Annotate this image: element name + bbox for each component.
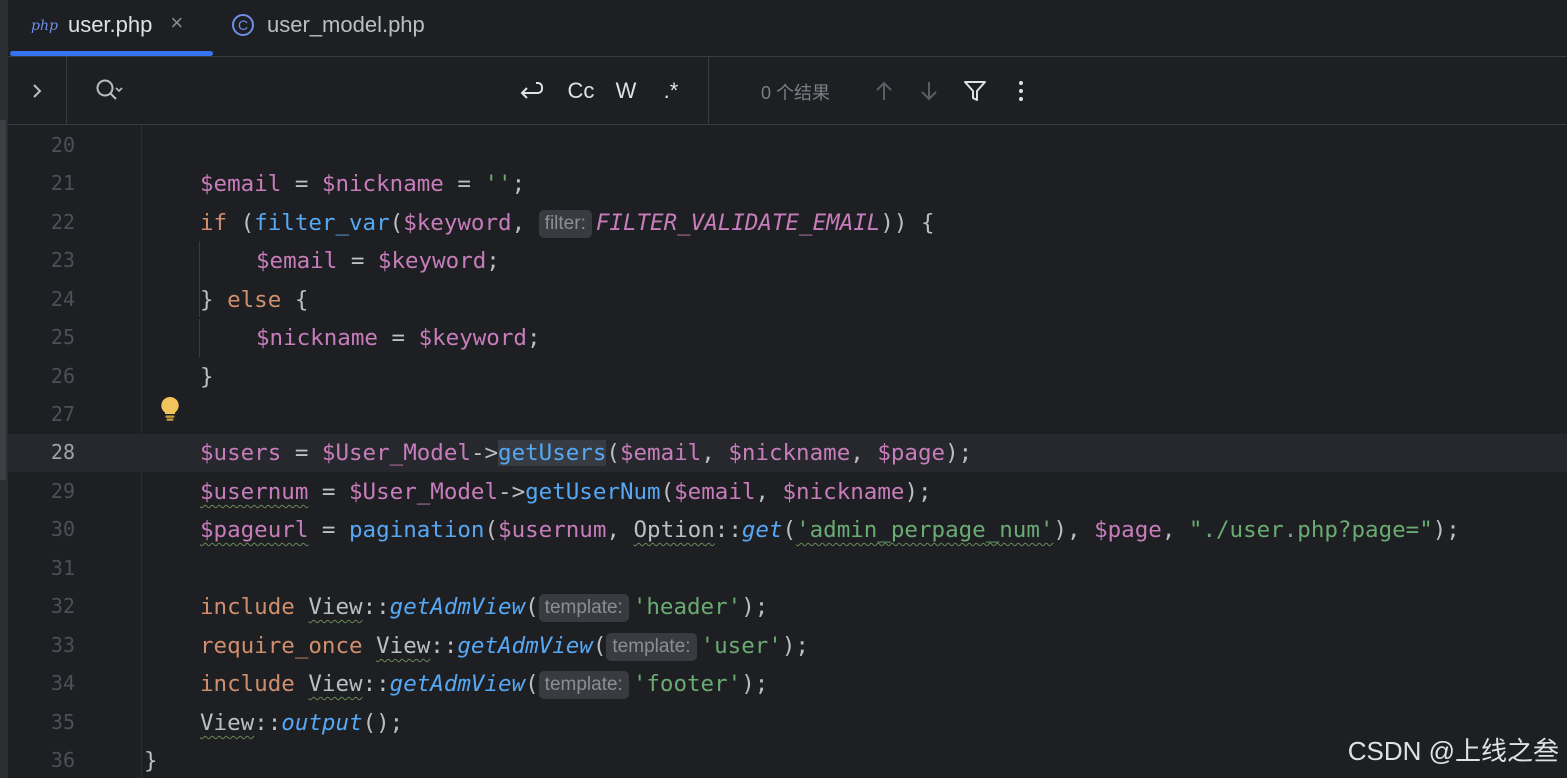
- search-result-count: 0 个结果: [761, 83, 831, 103]
- tab-user-php[interactable]: php user.php ×: [10, 0, 213, 56]
- more-vertical-icon[interactable]: [1004, 74, 1038, 108]
- class-file-icon: C: [232, 14, 254, 36]
- code-editor[interactable]: 20 21 $email = $nickname = ''; 22 if (fi…: [8, 125, 1567, 778]
- line-number: 24: [50, 287, 75, 311]
- search-history-icon[interactable]: [94, 77, 128, 105]
- code-text: } else {: [200, 287, 309, 313]
- code-line: 29 $usernum = $User_Model->getUserNum($e…: [8, 473, 1567, 511]
- code-line: 21 $email = $nickname = '';: [8, 165, 1567, 203]
- parameter-hint: template:: [606, 633, 697, 661]
- code-text: include View::getAdmView(template:'foote…: [200, 671, 769, 699]
- line-number: 32: [50, 594, 75, 618]
- line-number: 23: [50, 248, 75, 272]
- php-file-icon: php: [31, 18, 58, 34]
- line-number: 21: [50, 171, 75, 195]
- parameter-hint: template:: [538, 671, 629, 699]
- line-number: 35: [50, 710, 75, 734]
- code-text: }: [200, 364, 214, 390]
- line-number: 33: [50, 633, 75, 657]
- code-text: $email = $keyword;: [256, 248, 500, 274]
- filter-icon[interactable]: [958, 74, 992, 108]
- parameter-hint: template:: [538, 594, 629, 622]
- line-number: 29: [50, 479, 75, 503]
- code-text: View::output();: [200, 710, 404, 736]
- line-number: 25: [50, 325, 75, 349]
- arrow-up-icon[interactable]: [867, 74, 901, 108]
- find-input[interactable]: [134, 75, 508, 109]
- match-case-toggle[interactable]: Cc: [561, 74, 601, 108]
- code-line: 35 View::output();: [8, 704, 1567, 742]
- code-text: $nickname = $keyword;: [256, 325, 541, 351]
- code-text: if (filter_var($keyword, filter: FILTER_V…: [200, 210, 935, 238]
- find-divider: [708, 57, 709, 124]
- line-number: 36: [50, 748, 75, 772]
- tab-label: user.php: [67, 12, 153, 37]
- active-tab-indicator: [10, 51, 213, 56]
- line-number: 20: [50, 133, 75, 157]
- line-number: 31: [50, 556, 75, 580]
- tab-label: user_model.php: [267, 12, 425, 37]
- code-text: $pageurl = pagination($usernum, Option::…: [200, 517, 1460, 543]
- regex-toggle[interactable]: .*: [654, 74, 688, 108]
- whole-words-toggle[interactable]: W: [608, 74, 644, 108]
- code-text: $users = $User_Model->getUsers($email, $…: [200, 440, 973, 466]
- code-text: $usernum = $User_Model->getUserNum($emai…: [200, 479, 932, 505]
- code-line: 34 include View::getAdmView(template:'fo…: [8, 665, 1567, 703]
- code-line: 20: [8, 127, 1567, 165]
- code-line: 24 } else {: [8, 281, 1567, 319]
- left-scrollbar-thumb[interactable]: [0, 120, 6, 480]
- chevron-right-icon[interactable]: [8, 57, 67, 124]
- code-line: 30 $pageurl = pagination($usernum, Optio…: [8, 511, 1567, 549]
- editor-tab-bar: php user.php × C user_model.php: [8, 0, 1567, 57]
- parameter-hint: filter:: [538, 210, 592, 238]
- code-text: require_once View::getAdmView(template: '…: [200, 633, 809, 661]
- tab-user-model-php[interactable]: C user_model.php: [232, 0, 425, 56]
- line-number: 28: [50, 440, 75, 464]
- code-line: 27: [8, 396, 1567, 434]
- code-line-current: 28 $users = $User_Model->getUsers($email…: [8, 434, 1567, 472]
- code-line: 26 }: [8, 358, 1567, 396]
- watermark: CSDN @上线之叁: [1347, 736, 1559, 766]
- find-bar: Cc W .* 0 个结果: [8, 57, 1567, 125]
- line-number: 34: [50, 671, 75, 695]
- code-line: 31: [8, 550, 1567, 588]
- code-line: 22 if (filter_var($keyword, filter: FILTE…: [8, 204, 1567, 242]
- arrow-down-icon[interactable]: [912, 74, 946, 108]
- ide-window: php user.php × C user_model.php Cc W .*: [0, 0, 1567, 778]
- left-tool-strip: [0, 0, 8, 778]
- code-line: 36 }: [8, 742, 1567, 778]
- code-line: 23 $email = $keyword;: [8, 242, 1567, 280]
- code-text: }: [144, 748, 158, 774]
- line-number: 27: [50, 402, 75, 426]
- code-text: $email = $nickname = '';: [200, 171, 526, 197]
- code-line: 25 $nickname = $keyword;: [8, 319, 1567, 357]
- line-number: 26: [50, 364, 75, 388]
- code-line: 32 include View::getAdmView(template:'he…: [8, 588, 1567, 626]
- code-text: include View::getAdmView(template:'heade…: [200, 594, 769, 622]
- close-icon[interactable]: ×: [170, 10, 183, 36]
- code-line: 33 require_once View::getAdmView(templat…: [8, 627, 1567, 665]
- line-number: 30: [50, 517, 75, 541]
- newline-toggle[interactable]: [511, 74, 549, 108]
- lightbulb-icon[interactable]: [160, 396, 180, 422]
- line-number: 22: [50, 210, 75, 234]
